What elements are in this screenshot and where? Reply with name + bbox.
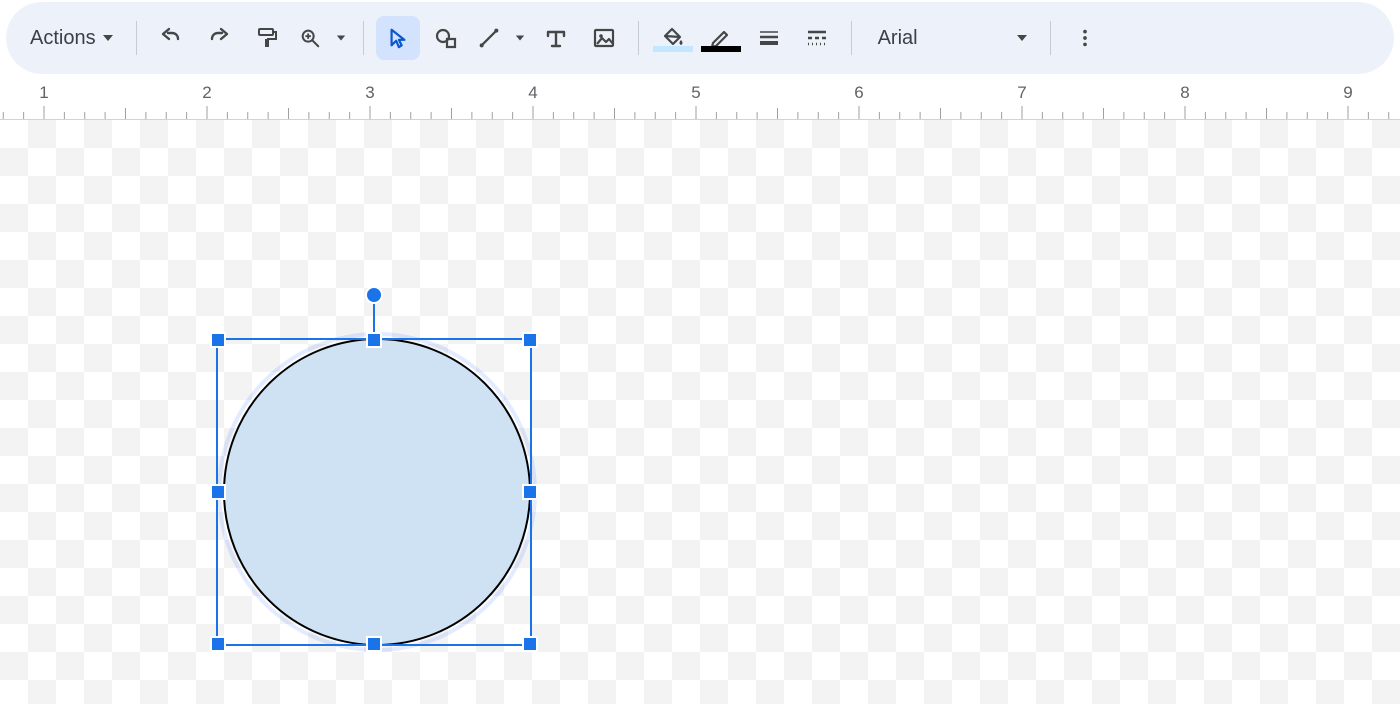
tools-group bbox=[376, 16, 626, 60]
fill-color-button[interactable] bbox=[651, 16, 695, 60]
toolbar-separator bbox=[136, 21, 137, 55]
border-dash-button[interactable] bbox=[795, 16, 839, 60]
text-box-button[interactable] bbox=[534, 16, 578, 60]
caret-down-icon bbox=[102, 32, 114, 44]
resize-handle-sw[interactable] bbox=[210, 636, 226, 652]
toolbar-separator bbox=[363, 21, 364, 55]
actions-menu-label: Actions bbox=[30, 27, 96, 50]
resize-handle-e[interactable] bbox=[522, 484, 538, 500]
zoom-button[interactable] bbox=[293, 16, 327, 60]
svg-text:9: 9 bbox=[1343, 83, 1352, 102]
resize-handle-n[interactable] bbox=[366, 332, 382, 348]
line-dash-icon bbox=[805, 26, 829, 50]
svg-text:1: 1 bbox=[39, 83, 48, 102]
toolbar-separator bbox=[638, 21, 639, 55]
cursor-icon bbox=[387, 27, 409, 49]
font-family-label: Arial bbox=[878, 27, 918, 50]
zoom-dropdown[interactable] bbox=[331, 16, 351, 60]
resize-handle-s[interactable] bbox=[366, 636, 382, 652]
svg-text:3: 3 bbox=[365, 83, 374, 102]
border-color-button[interactable] bbox=[699, 16, 743, 60]
caret-down-icon bbox=[336, 33, 346, 43]
insert-image-button[interactable] bbox=[582, 16, 626, 60]
paint-roller-icon bbox=[255, 26, 279, 50]
svg-text:6: 6 bbox=[854, 83, 863, 102]
style-group bbox=[651, 16, 839, 60]
image-icon bbox=[592, 26, 616, 50]
resize-handle-w[interactable] bbox=[210, 484, 226, 500]
text-box-icon bbox=[544, 26, 568, 50]
transparency-checkerboard bbox=[0, 120, 1400, 704]
font-family-selector[interactable]: Arial bbox=[864, 18, 1038, 58]
shape-tool-button[interactable] bbox=[424, 16, 468, 60]
svg-text:8: 8 bbox=[1180, 83, 1189, 102]
line-weight-icon bbox=[757, 26, 781, 50]
line-tool-dropdown[interactable] bbox=[510, 16, 530, 60]
caret-down-icon bbox=[1016, 32, 1028, 44]
shapes-icon bbox=[434, 26, 458, 50]
resize-handle-ne[interactable] bbox=[522, 332, 538, 348]
redo-button[interactable] bbox=[197, 16, 241, 60]
horizontal-ruler[interactable]: 1 2 3 4 5 6 7 8 9 bbox=[0, 74, 1400, 120]
border-weight-button[interactable] bbox=[747, 16, 791, 60]
resize-handle-nw[interactable] bbox=[210, 332, 226, 348]
paint-format-button[interactable] bbox=[245, 16, 289, 60]
history-group bbox=[149, 16, 351, 60]
svg-text:5: 5 bbox=[691, 83, 700, 102]
line-icon bbox=[478, 27, 500, 49]
paint-bucket-icon bbox=[661, 26, 685, 50]
select-tool-button[interactable] bbox=[376, 16, 420, 60]
drawing-canvas[interactable] bbox=[0, 120, 1400, 704]
actions-menu-button[interactable]: Actions bbox=[20, 21, 124, 56]
toolbar-separator bbox=[851, 21, 852, 55]
svg-text:4: 4 bbox=[528, 83, 537, 102]
undo-icon bbox=[159, 26, 183, 50]
caret-down-icon bbox=[515, 33, 525, 43]
svg-text:7: 7 bbox=[1017, 83, 1026, 102]
ellipse-shape[interactable] bbox=[223, 338, 531, 646]
undo-button[interactable] bbox=[149, 16, 193, 60]
toolbar: Actions bbox=[6, 2, 1394, 74]
more-vertical-icon bbox=[1074, 27, 1096, 49]
svg-text:2: 2 bbox=[202, 83, 211, 102]
pen-icon bbox=[709, 26, 733, 50]
resize-handle-se[interactable] bbox=[522, 636, 538, 652]
toolbar-separator bbox=[1050, 21, 1051, 55]
line-tool-button[interactable] bbox=[472, 16, 506, 60]
zoom-icon bbox=[299, 27, 321, 49]
redo-icon bbox=[207, 26, 231, 50]
more-options-button[interactable] bbox=[1063, 16, 1107, 60]
